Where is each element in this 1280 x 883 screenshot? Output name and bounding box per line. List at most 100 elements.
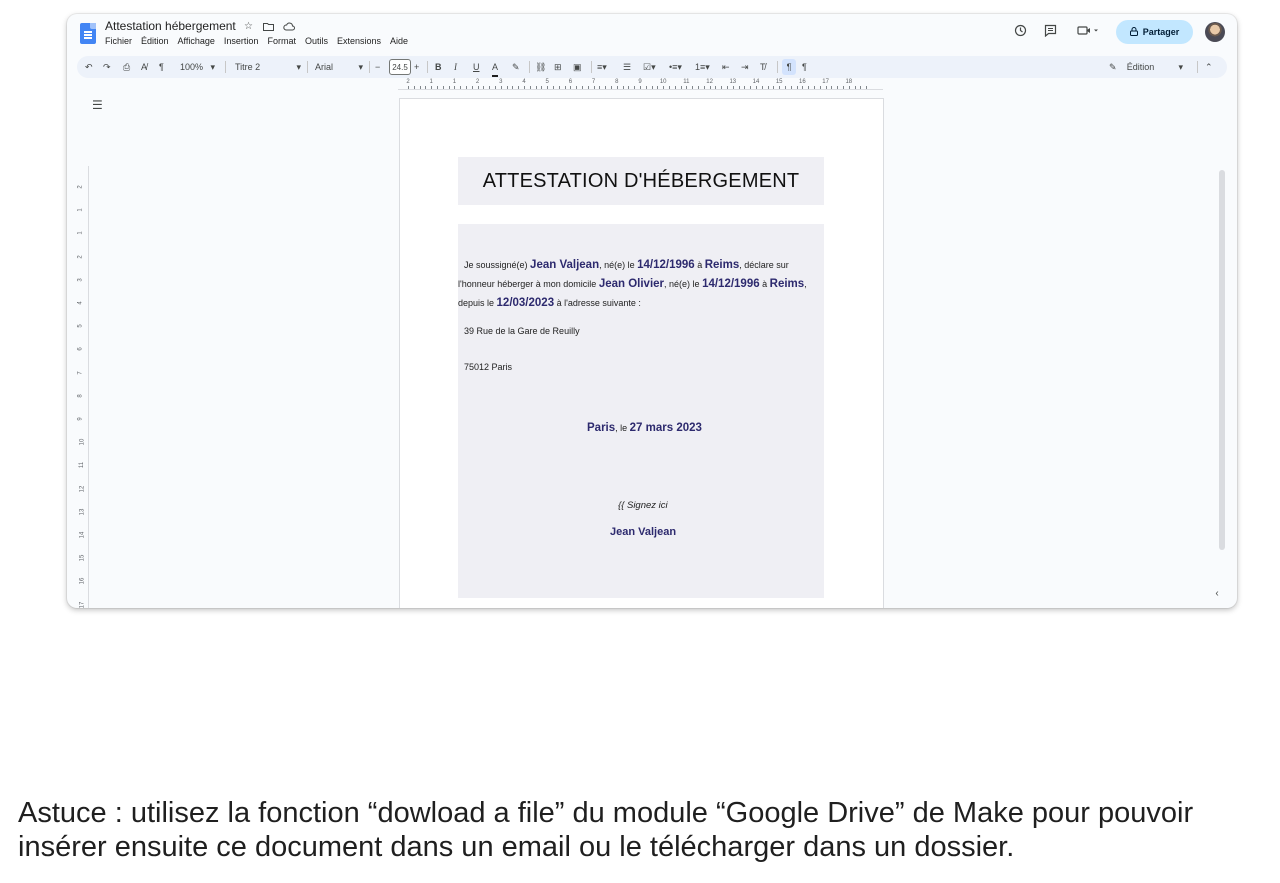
menu-insertion[interactable]: Insertion <box>224 36 259 46</box>
underline-icon[interactable]: U <box>473 59 480 75</box>
ruler-tick <box>773 86 775 89</box>
zoom-select[interactable]: 100% ▾ <box>180 59 215 75</box>
menu-aide[interactable]: Aide <box>390 36 408 46</box>
ruler-number: 14 <box>752 79 760 85</box>
ltr-text-icon[interactable]: ¶ <box>782 59 796 75</box>
menu-edition[interactable]: Édition <box>141 36 169 46</box>
ruler-tick <box>663 86 665 89</box>
add-comment-icon[interactable]: ⊞ <box>554 59 562 75</box>
ruler-number: 16 <box>799 79 806 85</box>
print-icon[interactable]: ⎙ <box>123 59 130 75</box>
ruler-number: 18 <box>845 79 853 85</box>
share-button[interactable]: Partager <box>1116 20 1193 44</box>
place-and-date: Paris, le 27 mars 2023 <box>587 422 702 434</box>
star-icon[interactable]: ☆ <box>241 19 256 34</box>
chevron-down-icon: ▾ <box>296 61 301 72</box>
menu-bar: Fichier Édition Affichage Insertion Form… <box>105 36 408 46</box>
text-color-icon[interactable]: A <box>492 59 499 77</box>
font-select[interactable]: Arial ▾ <box>315 59 363 75</box>
move-folder-icon[interactable] <box>261 19 276 34</box>
ruler-tick <box>761 86 763 89</box>
ruler-tick <box>616 86 618 89</box>
align-icon[interactable]: ≡▾ <box>597 59 607 75</box>
menu-format[interactable]: Format <box>267 36 296 46</box>
bulleted-list-icon[interactable]: •≡▾ <box>669 59 682 75</box>
font-value: Arial <box>315 62 334 72</box>
style-value: Titre 2 <box>235 62 261 72</box>
vertical-ruler-number: 13 <box>79 508 86 516</box>
ruler-tick <box>524 86 525 89</box>
ruler-tick <box>425 86 427 89</box>
text-fragment: l'honneur héberger à mon domicile <box>458 279 599 289</box>
decrease-font-size-button[interactable]: − <box>375 59 380 75</box>
ruler-tick <box>500 86 502 89</box>
undo-icon[interactable]: ↶ <box>85 59 93 75</box>
rtl-text-icon[interactable]: ¶ <box>802 59 807 75</box>
vertical-ruler-number: 14 <box>79 531 86 539</box>
increase-font-size-button[interactable]: + <box>414 59 419 75</box>
ruler-tick <box>570 86 572 89</box>
side-panel-toggle-icon[interactable]: ‹ <box>1210 586 1224 600</box>
ruler-tick <box>767 86 769 89</box>
cloud-status-icon[interactable] <box>281 19 296 34</box>
ruler-tick <box>686 86 688 89</box>
vertical-ruler-number: 16 <box>79 578 86 585</box>
paint-format-icon[interactable]: ¶ <box>159 59 164 75</box>
line-spacing-icon[interactable]: ☰ <box>623 59 631 75</box>
meet-icon[interactable] <box>1077 24 1099 40</box>
font-size-input[interactable]: 24.5 <box>389 59 411 75</box>
vertical-ruler-number: 5 <box>77 324 84 328</box>
ruler-tick <box>657 86 659 89</box>
ruler-tick <box>471 86 473 89</box>
link-icon[interactable]: ⛓ <box>535 59 546 75</box>
increase-indent-icon[interactable]: ⇥ <box>741 59 749 75</box>
ruler-number: 15 <box>775 79 783 85</box>
spellcheck-icon[interactable]: A̸ <box>141 59 147 75</box>
checklist-icon[interactable]: ☑▾ <box>643 59 656 75</box>
ruler-number: 17 <box>822 79 829 85</box>
style-select[interactable]: Titre 2 ▾ <box>235 59 301 75</box>
guest-name: Jean Olivier <box>598 278 665 290</box>
hide-menus-icon[interactable]: ⌃ <box>1205 59 1213 75</box>
horizontal-ruler[interactable]: 2 1 1 2 3 4 5 6 7 8 9 10 11 12 13 14 15 16 17 18 <box>398 79 883 90</box>
history-icon[interactable] <box>1014 24 1027 40</box>
decrease-indent-icon[interactable]: ⇤ <box>722 59 730 75</box>
document-title[interactable]: Attestation hébergement <box>105 19 236 33</box>
highlight-color-icon[interactable]: ✎ <box>512 59 520 75</box>
menu-affichage[interactable]: Affichage <box>178 36 215 46</box>
numbered-list-icon[interactable]: 1≡▾ <box>695 59 710 75</box>
editing-mode-select[interactable]: ✎ Édition ▾ <box>1109 59 1183 75</box>
menu-fichier[interactable]: Fichier <box>105 36 132 46</box>
paragraph-line-3: depuis le 12/03/2023 à l'adresse suivant… <box>458 297 641 309</box>
redo-icon[interactable]: ↷ <box>103 59 111 75</box>
italic-icon[interactable]: I <box>454 59 457 75</box>
bold-icon[interactable]: B <box>435 59 442 75</box>
ruler-tick <box>413 86 415 89</box>
user-avatar[interactable] <box>1205 22 1225 42</box>
document-page[interactable]: ATTESTATION D'HÉBERGEMENT Je soussigné(e… <box>399 98 884 608</box>
ruler-tick <box>674 86 676 89</box>
text-fragment: , <box>804 279 807 289</box>
ruler-number: 12 <box>706 79 713 85</box>
vertical-ruler[interactable]: 2112345678910111213141516171819 <box>78 166 89 608</box>
vertical-scrollbar[interactable] <box>1219 170 1225 550</box>
insert-image-icon[interactable]: ▣ <box>573 59 582 75</box>
ruler-tick <box>814 86 815 89</box>
google-docs-logo-icon[interactable] <box>80 23 96 44</box>
ruler-tick <box>802 86 804 89</box>
ruler-tick <box>431 86 433 89</box>
ruler-tick <box>512 86 514 89</box>
ruler-tick <box>680 86 682 89</box>
comments-icon[interactable] <box>1044 24 1057 40</box>
address-street: 39 Rue de la Gare de Reuilly <box>464 326 580 336</box>
ruler-tick <box>466 86 467 89</box>
signature-placeholder[interactable]: {{ Signez ici <box>618 500 668 511</box>
menu-outils[interactable]: Outils <box>305 36 328 46</box>
ruler-number: 2 <box>475 79 480 85</box>
ruler-tick <box>622 86 624 89</box>
vertical-ruler-number: 2 <box>77 185 84 189</box>
ruler-tick <box>640 86 641 89</box>
menu-extensions[interactable]: Extensions <box>337 36 381 46</box>
document-outline-icon[interactable]: ☰ <box>92 98 103 112</box>
clear-formatting-icon[interactable]: T̸ <box>760 59 766 75</box>
